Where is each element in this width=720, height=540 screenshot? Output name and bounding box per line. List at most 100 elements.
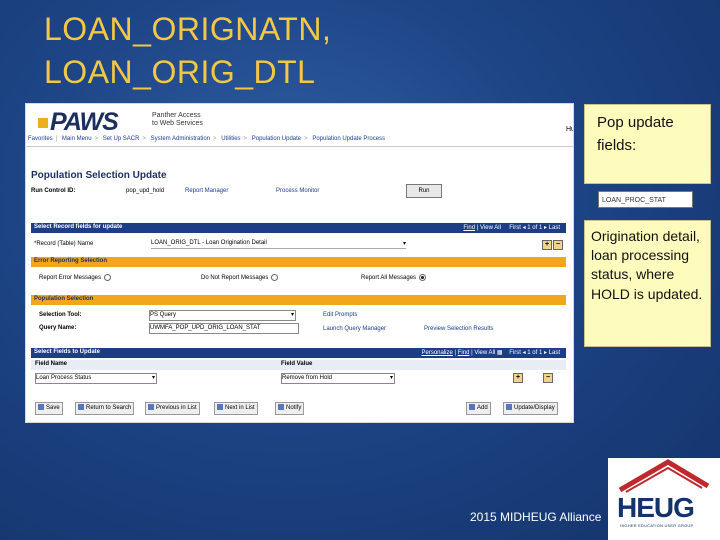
add-field-row-icon[interactable]: + xyxy=(513,373,523,383)
record-grid-tools: Find | View All First ◂ 1 of 1 ▸ Last xyxy=(463,225,560,231)
error-reporting-header: Error Reporting Selection xyxy=(31,257,566,267)
record-name-label: *Record (Table) Name xyxy=(34,241,94,247)
record-page-info: 1 of 1 xyxy=(527,225,543,231)
population-selection-header: Population Selection xyxy=(31,295,566,305)
selection-tool-label: Selection Tool: xyxy=(39,312,82,318)
record-grid-header: Select Record fields for update Find | V… xyxy=(31,223,566,233)
fields-grid-tools: Personalize | Find | View All ▦ First ◂ … xyxy=(421,350,560,356)
selection-tool-select[interactable]: PS Query xyxy=(149,310,296,321)
fields-next-icon[interactable]: ▸ xyxy=(544,350,547,356)
error-reporting-row: Report Error Messages Do Not Report Mess… xyxy=(31,272,566,284)
query-name-field[interactable]: UWMFA_POP_UPD_ORIG_LOAN_STAT xyxy=(149,323,299,334)
do-not-report-radio[interactable] xyxy=(271,274,279,281)
pop-update-callout: Pop update fields: xyxy=(584,104,711,184)
fields-last-link[interactable]: Last xyxy=(549,350,560,356)
peoplesoft-screenshot: PAWS Panther Access to Web Services Hu F… xyxy=(25,103,574,423)
report-errors-option[interactable]: Report Error Messages xyxy=(39,274,112,281)
col-field-name: Field Name xyxy=(35,361,68,367)
fields-page-info: 1 of 1 xyxy=(527,350,543,356)
nav-utilities[interactable]: Utilities xyxy=(219,136,242,142)
fields-column-headers: Field Name Field Value xyxy=(31,360,566,370)
record-name-field[interactable]: LOAN_ORIG_DTL - Loan Origination Detail xyxy=(151,239,406,249)
next-icon xyxy=(217,404,223,411)
record-first-link[interactable]: First xyxy=(509,225,521,231)
fields-prev-icon[interactable]: ◂ xyxy=(523,350,526,356)
record-last-link[interactable]: Last xyxy=(549,225,560,231)
save-icon xyxy=(38,404,44,411)
fields-row: Loan Process Status Remove from Hold + − xyxy=(31,372,566,384)
return-icon xyxy=(78,404,84,411)
fields-first-link[interactable]: First xyxy=(509,350,521,356)
field-name-select[interactable]: Loan Process Status xyxy=(35,373,157,384)
selection-tool-row: Selection Tool: PS Query Edit Prompts xyxy=(31,309,566,321)
nav-main-menu[interactable]: Main Menu xyxy=(60,136,94,142)
app-tagline: Panther Access to Web Services xyxy=(152,112,203,127)
notify-icon xyxy=(278,404,284,411)
run-control-row: Run Control ID: pop_upd_hold Report Mana… xyxy=(31,188,561,198)
query-name-label: Query Name: xyxy=(39,325,77,331)
slide-title-line1: LOAN_ORIGNATN, xyxy=(44,11,332,47)
delete-row-icon[interactable]: − xyxy=(553,240,563,250)
fields-grid-title: Select Fields to Update xyxy=(34,349,101,355)
app-header: PAWS Panther Access to Web Services Hu xyxy=(26,104,573,136)
record-dropdown-icon[interactable]: ▾ xyxy=(403,240,406,247)
run-control-label: Run Control ID: xyxy=(31,188,76,194)
update-icon xyxy=(506,404,512,411)
nav-setup-sacr[interactable]: Set Up SACR xyxy=(101,136,142,142)
fields-view-all-link[interactable]: View All xyxy=(474,350,495,356)
add-row-icon[interactable]: + xyxy=(542,240,552,250)
report-manager-link[interactable]: Report Manager xyxy=(185,188,228,194)
run-button[interactable]: Run xyxy=(406,184,442,198)
footer-text: 2015 MIDHEUG Alliance xyxy=(470,510,602,524)
next-in-list-button[interactable]: Next in List xyxy=(214,402,258,415)
page-toolbar: Save Return to Search Previous in List N… xyxy=(31,402,566,416)
nav-system-admin[interactable]: System Administration xyxy=(149,136,212,142)
record-prev-icon[interactable]: ◂ xyxy=(523,225,526,231)
process-monitor-link[interactable]: Process Monitor xyxy=(276,188,319,194)
col-field-value: Field Value xyxy=(281,361,313,367)
report-all-option[interactable]: Report All Messages xyxy=(361,274,427,281)
delete-field-row-icon[interactable]: − xyxy=(543,373,553,383)
add-button[interactable]: Add xyxy=(466,402,491,415)
report-errors-radio[interactable] xyxy=(104,274,112,281)
nav-population-update[interactable]: Population Update xyxy=(250,136,303,142)
previous-in-list-button[interactable]: Previous in List xyxy=(145,402,200,415)
heug-logo-subtext: HIGHER EDUCATION USER GROUP xyxy=(620,523,694,528)
run-control-value: pop_upd_hold xyxy=(126,188,165,194)
heug-logo: HEUG HIGHER EDUCATION USER GROUP xyxy=(608,458,720,540)
record-row: *Record (Table) Name LOAN_ORIG_DTL - Loa… xyxy=(31,239,566,251)
page-title: Population Selection Update xyxy=(31,170,167,181)
add-icon xyxy=(469,404,475,411)
previous-icon xyxy=(148,404,154,411)
query-name-row: Query Name: UWMFA_POP_UPD_ORIG_LOAN_STAT… xyxy=(31,322,566,334)
do-not-report-option[interactable]: Do Not Report Messages xyxy=(201,274,279,281)
launch-query-link[interactable]: Launch Query Manager xyxy=(323,326,386,332)
update-display-button[interactable]: Update/Display xyxy=(503,402,558,415)
edit-prompts-link[interactable]: Edit Prompts xyxy=(323,312,357,318)
logo-square-icon xyxy=(38,118,48,129)
fields-grid-icon[interactable]: ▦ xyxy=(497,350,503,356)
record-find-link[interactable]: Find xyxy=(463,225,475,231)
fields-grid-header: Select Fields to Update Personalize | Fi… xyxy=(31,348,566,358)
field-name-tag: LOAN_PROC_STAT xyxy=(598,191,693,208)
breadcrumb: Favorites | Main Menu > Set Up SACR > Syste… xyxy=(26,136,573,147)
fields-find-link[interactable]: Find xyxy=(458,350,470,356)
slide-title-line2: LOAN_ORIG_DTL xyxy=(44,54,316,90)
return-to-search-button[interactable]: Return to Search xyxy=(75,402,135,415)
record-next-icon[interactable]: ▸ xyxy=(544,225,547,231)
report-all-radio[interactable] xyxy=(419,274,427,281)
fields-personalize-link[interactable]: Personalize xyxy=(421,350,452,356)
nav-favorites[interactable]: Favorites xyxy=(26,136,55,142)
description-callout: Origination detail, loan processing stat… xyxy=(584,220,711,347)
nav-population-update-process[interactable]: Population Update Process xyxy=(310,136,387,142)
paws-logo: PAWS xyxy=(38,108,119,137)
record-view-all-link[interactable]: View All xyxy=(480,225,501,231)
record-grid-title: Select Record fields for update xyxy=(34,224,123,230)
header-right-text: Hu xyxy=(566,126,573,133)
slide-title: LOAN_ORIGNATN, LOAN_ORIG_DTL xyxy=(44,8,331,94)
field-value-select[interactable]: Remove from Hold xyxy=(281,373,395,384)
notify-button[interactable]: Notify xyxy=(275,402,305,415)
save-button[interactable]: Save xyxy=(35,402,63,415)
preview-results-link[interactable]: Preview Selection Results xyxy=(424,326,493,332)
heug-logo-text: HEUG xyxy=(617,492,695,523)
